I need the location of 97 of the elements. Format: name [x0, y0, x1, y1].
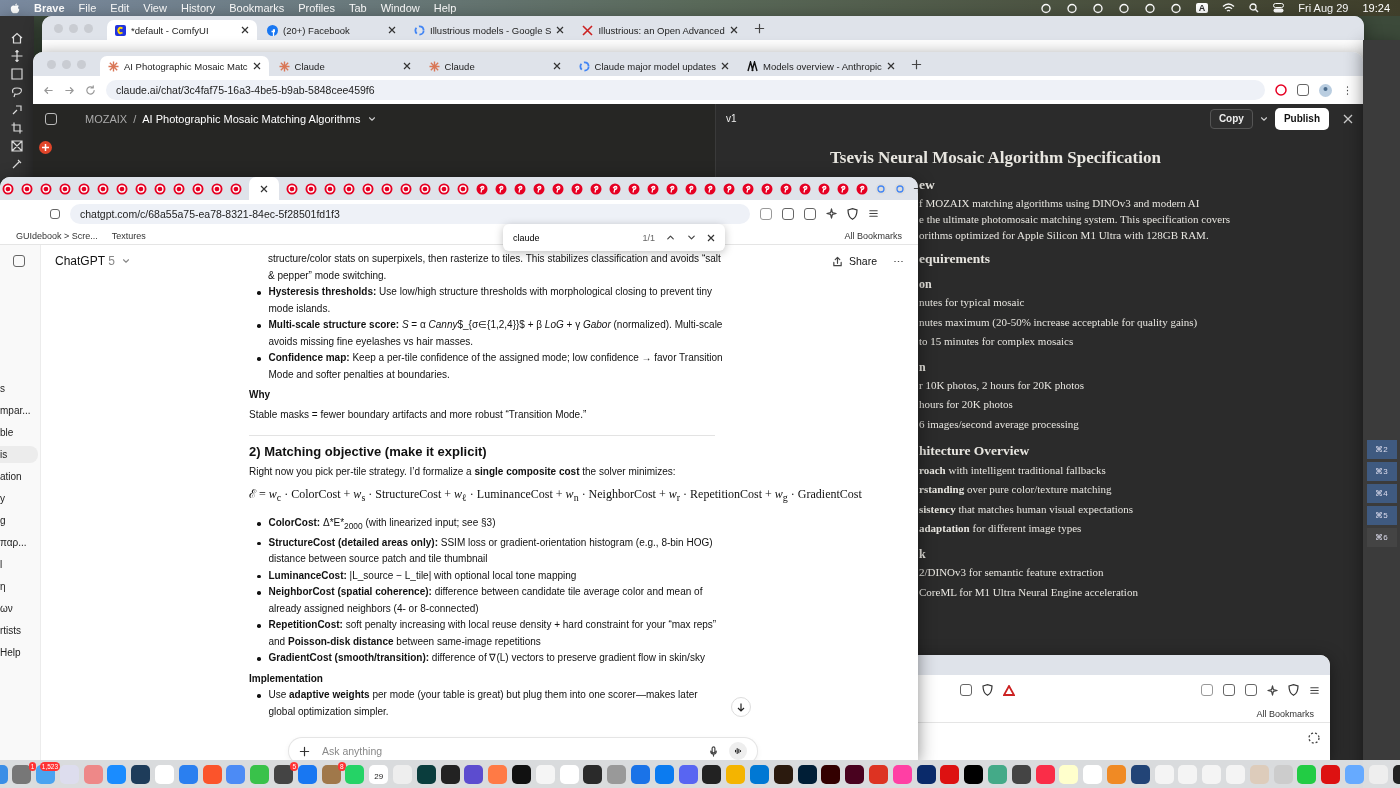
sidebar-item[interactable]: η	[0, 578, 38, 595]
menu-bar-time[interactable]: 19:24	[1362, 2, 1390, 14]
paragraph-text: orithms optimized for Apple Silicon M1 Ultra with 128GB RAM.	[919, 228, 1209, 243]
sidebar-item[interactable]: l	[0, 556, 38, 573]
sidebar-item[interactable]: Help	[0, 644, 38, 661]
menu-item[interactable]: Window	[380, 2, 420, 14]
version-label: v1	[726, 113, 737, 124]
subsection-heading: n	[919, 358, 926, 376]
breadcrumb-separator: /	[133, 112, 137, 125]
shortcut-label[interactable]: ⌘5	[1366, 506, 1397, 525]
address-bar[interactable]: chatgpt.com/c/68a55a75-ea78-8321-84ec-5f28501fd1f3	[70, 203, 750, 224]
share-button[interactable]: Share	[848, 255, 877, 267]
publish-button[interactable]: Publish	[1274, 107, 1329, 130]
list-item-text: nutes for typical mosaic	[919, 295, 1025, 310]
browser-tab[interactable]: (20+) Facebook	[259, 20, 404, 40]
sidebar-item[interactable]: mpar...	[0, 402, 38, 419]
section-heading: 2) Matching objective (make it explicit)	[249, 444, 487, 461]
sidebar-item[interactable]: rtists	[0, 622, 38, 639]
list-item-text: to 15 minutes for complex mosaics	[919, 334, 1074, 350]
shortcut-label[interactable]: ⌘4	[1366, 484, 1397, 503]
model-selector[interactable]: ChatGPT 5	[55, 254, 115, 268]
bookmark-link[interactable]: GUIdebook > Scre...	[16, 230, 98, 241]
list-item-text: ColorCost: Δ*E*$_{2000}$ (with linearized input; see §3)	[268, 516, 496, 534]
menu-item[interactable]: Help	[433, 2, 457, 14]
project-link[interactable]: MOZAIX	[85, 112, 128, 125]
subsection-heading: k	[919, 545, 926, 563]
list-item-text: adaptation for different image types	[919, 521, 1082, 537]
formula-text: ℰ = w$_{c}$ · ColorCost + w$_{s}$ · StructureCost + w$_{ℓ}$ · LuminanceCost + w$_{n}$ · NeighborCost + w$_{r}$ · RepetitionCost + w$_{g}$ · GradientCost	[249, 486, 862, 506]
list-item-text: GradientCost (smooth/transition): difference of ∇(L) vectors to preserve gradient flow in skin/sky	[268, 651, 705, 666]
document-title: Tsevis Neural Mosaic Algorithm Specification	[830, 147, 1161, 169]
all-bookmarks-link[interactable]: All Bookmarks	[1256, 708, 1314, 719]
menu-item[interactable]: History	[180, 2, 216, 14]
shortcut-label[interactable]: ⌘6	[1366, 528, 1397, 547]
sidebar-item[interactable]: παρ...	[0, 534, 38, 551]
menu-item[interactable]: File	[78, 2, 97, 14]
shortcut-label[interactable]: ⌘3	[1366, 462, 1397, 481]
section-heading: hitecture Overview	[919, 441, 1030, 460]
menu-item[interactable]: Bookmarks	[229, 2, 285, 14]
sidebar-item[interactable]: s	[0, 380, 38, 397]
section-heading: ew	[919, 176, 935, 194]
sidebar-item[interactable]: ation	[0, 468, 38, 485]
browser-tab[interactable]: Illustrious models - Google S	[406, 20, 573, 40]
list-item-text: LuminanceCost: |L_source − L_tile| with optional local tone mapping	[268, 568, 577, 583]
list-item-text: hours for 20K photos	[919, 397, 1013, 413]
browser-tab[interactable]: Models overview - Anthropic	[739, 56, 903, 76]
section-heading: equirements	[919, 250, 990, 268]
menu-item[interactable]: Profiles	[298, 2, 335, 14]
list-item-text: Multi-scale structure score: S = α Canny$_{σ∈{1,2,4}}$ + β LoG + γ Gabor (normalized). Multi-scale avoids missing fine eyelashes vs hair masses.	[268, 318, 724, 349]
list-item-text: roach with intelligent traditional fallbacks	[919, 462, 1106, 478]
list-item-text: Use adaptive weights per mode (your table is great) but plug them into one scorer—makes later global optimization simpler.	[268, 688, 699, 719]
shortcut-label[interactable]: ⌘2	[1366, 440, 1397, 459]
list-item-text: CoreML for M1 Ultra Neural Engine acceleration	[919, 584, 1138, 600]
sidebar-item[interactable]: g	[0, 512, 38, 529]
list-item-text: NeighborCost (spatial coherence): difference between candidate tile average color and mean of already assigned neighbors (4- or 8-connected)	[268, 585, 704, 616]
browser-tab[interactable]: Claude	[270, 56, 419, 76]
list-item-text: Hysteresis thresholds: Use low/high structure thresholds with morphological closing to prevent tiny mode islands.	[268, 285, 714, 316]
section-label: Implementation	[249, 671, 323, 686]
list-item-text: rstanding over pure color/texture matching	[919, 482, 1112, 498]
paragraph-text: f MOZAIX matching algorithms using DINOv3 and modern AI	[919, 196, 1200, 211]
copy-button[interactable]: Copy	[1209, 108, 1253, 129]
list-item-text: Confidence map: Keep a per-tile confidence of the assigned mode; low confidence → favor Transition Mode and softer penalties at boundaries.	[268, 351, 724, 382]
list-item-text: 2/DINOv3 for semantic feature extraction	[919, 564, 1104, 580]
all-bookmarks-link[interactable]: All Bookmarks	[844, 230, 902, 241]
app-icon[interactable]: 29	[369, 764, 389, 784]
browser-tab[interactable]: Claude major model updates	[570, 56, 738, 76]
list-item-text: r 10K photos, 2 hours for 20K photos	[919, 377, 1084, 393]
paragraph-text: Right now you pick per-tile strategy. I’d formalize a single composite cost the solver minimizes:	[249, 464, 676, 479]
browser-tab[interactable]: Claude	[420, 56, 569, 76]
list-item-text: StructureCost (detailed areas only): SSIM loss or gradient-orientation histogram (e.g., 8-bin HOG) distance between source patch and tile thumbnail	[268, 535, 714, 567]
sidebar-item[interactable]: ble	[0, 424, 38, 441]
input-source-indicator[interactable]: A	[1195, 3, 1209, 13]
browser-tab[interactable]: *default - ComfyUI	[107, 20, 257, 40]
paragraph-text: e the ultimate photomosaic matching system. This specification covers	[919, 212, 1231, 227]
subsection-heading: on	[919, 276, 932, 293]
list-item-text: sistency that matches human visual expectations	[919, 501, 1134, 517]
message-input-field[interactable]: Ask anything	[320, 744, 698, 758]
list-item-text: 6 images/second average processing	[919, 416, 1079, 432]
find-query-field[interactable]: claude	[513, 232, 633, 243]
paragraph-text: Stable masks = fewer boundary artifacts and more robust “Transition Mode.”	[249, 407, 587, 422]
menu-item[interactable]: Tab	[348, 2, 367, 14]
browser-tab[interactable]: AI Photographic Mosaic Matc	[100, 56, 269, 76]
list-item-text: structure/color stats on superpixels, then rasterize to tiles. This stabilizes classification and avoids “salt & pepper” mode switching.	[268, 252, 722, 283]
sidebar-item[interactable]: ων	[0, 600, 38, 617]
chat-title[interactable]: AI Photographic Mosaic Matching Algorithms	[142, 112, 361, 125]
sidebar-item[interactable]: is	[0, 446, 38, 463]
app-menu[interactable]: Brave	[34, 2, 65, 14]
menu-item[interactable]: View	[143, 2, 167, 14]
calendar-date: 29	[374, 772, 384, 781]
section-label: Why	[249, 388, 271, 402]
address-bar[interactable]: claude.ai/chat/3c4faf75-16a3-4be5-b9ab-5848cee459f6	[106, 80, 1265, 100]
sidebar-item[interactable]: y	[0, 490, 38, 507]
menu-bar-date[interactable]: Fri Aug 29	[1298, 2, 1349, 14]
browser-tab[interactable]: Illustrious: an Open Advanced	[574, 20, 746, 40]
match-count: 1/1	[642, 232, 655, 243]
menu-item[interactable]: Edit	[110, 2, 130, 14]
list-item-text: nutes maximum (20-50% increase acceptable for quality gains)	[919, 314, 1198, 330]
bookmark-link[interactable]: Textures	[111, 230, 146, 241]
